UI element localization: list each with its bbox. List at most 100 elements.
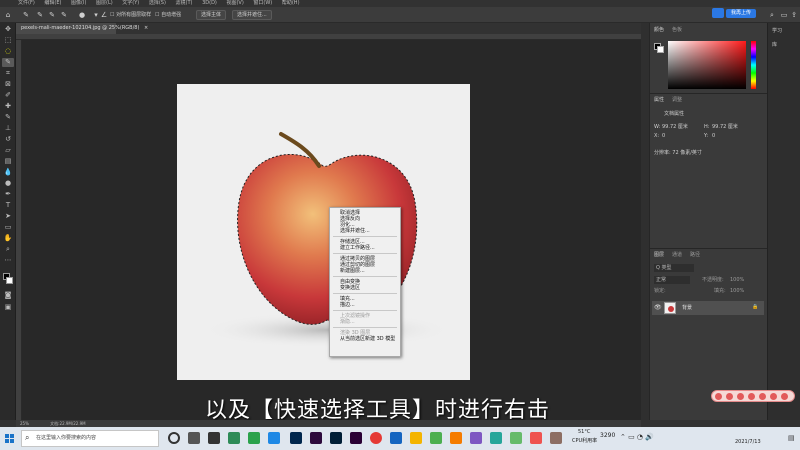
app-icon[interactable] — [310, 432, 322, 444]
new-selection-icon[interactable]: ✎ — [36, 11, 44, 19]
quick-select-tool-icon[interactable]: ✎ — [22, 11, 30, 19]
learn-button[interactable]: 学习 — [772, 27, 782, 34]
visibility-icon[interactable]: 👁 — [654, 304, 662, 311]
new-3d-from-selection-item[interactable]: 从当前选区新建 3D 模型 — [330, 336, 400, 342]
add-to-selection-icon[interactable]: ✎ — [48, 11, 56, 19]
sample-all-layers-checkbox[interactable]: ☐ 对所有图层取样 — [110, 11, 151, 19]
menu-edit[interactable]: 编辑(E) — [44, 0, 61, 6]
shape-tool-icon[interactable]: ▭ — [2, 223, 14, 232]
recording-widget[interactable] — [711, 390, 795, 402]
clock-date[interactable]: 2021/7/13 — [735, 439, 761, 445]
app-icon[interactable] — [470, 432, 482, 444]
after-effects-icon[interactable] — [290, 432, 302, 444]
home-icon[interactable]: ⌂ — [4, 11, 12, 19]
widget-dot-icon[interactable] — [759, 393, 766, 400]
app-icon[interactable] — [208, 432, 220, 444]
brush-dropdown-icon[interactable]: ▾ — [92, 11, 100, 19]
menu-window[interactable]: 窗口(W) — [253, 0, 272, 6]
opacity-value[interactable]: 100% — [730, 277, 744, 284]
tray-icons[interactable]: ⌃ ▭ ◔ 🔊 — [620, 433, 654, 441]
task-view-icon[interactable] — [188, 432, 200, 444]
menu-filter[interactable]: 滤镜(T) — [176, 0, 193, 6]
quick-selection-tool-icon[interactable]: ✎ — [2, 58, 14, 67]
app-icon[interactable] — [228, 432, 240, 444]
menu-view[interactable]: 视图(V) — [226, 0, 243, 6]
chrome-icon[interactable] — [370, 432, 382, 444]
close-tab-icon[interactable]: × — [144, 25, 148, 31]
more-tools-icon[interactable]: ⋯ — [2, 256, 14, 265]
menu-3d[interactable]: 3D(D) — [202, 0, 217, 6]
clone-stamp-icon[interactable]: ⊥ — [2, 124, 14, 133]
dodge-tool-icon[interactable]: ● — [2, 179, 14, 188]
cloud-icon[interactable] — [712, 8, 724, 18]
libraries-button[interactable]: 库 — [772, 41, 777, 48]
tab-channels[interactable]: 通道 — [672, 252, 682, 259]
app-icon[interactable] — [550, 432, 562, 444]
move-tool-icon[interactable]: ✥ — [2, 25, 14, 34]
widget-dot-icon[interactable] — [781, 393, 788, 400]
screen-mode-icon[interactable]: ▣ — [2, 303, 14, 312]
notification-icon[interactable]: ▤ — [788, 434, 795, 442]
brush-size-icon[interactable]: ● — [78, 11, 86, 19]
subtract-selection-icon[interactable]: ✎ — [60, 11, 68, 19]
select-and-mask-button[interactable]: 选择并遮住... — [232, 10, 272, 20]
cortana-icon[interactable] — [168, 432, 180, 444]
app-icon[interactable] — [430, 432, 442, 444]
layer-row[interactable]: 👁 背景 🔒 — [652, 301, 764, 315]
menu-file[interactable]: 文件(F) — [18, 0, 35, 6]
menu-image[interactable]: 图像(I) — [71, 0, 86, 6]
stroke-item[interactable]: 描边... — [330, 302, 400, 308]
app-icon[interactable] — [490, 432, 502, 444]
menu-type[interactable]: 文字(Y) — [122, 0, 139, 6]
photoshop-icon[interactable] — [330, 432, 342, 444]
widget-dot-icon[interactable] — [770, 393, 777, 400]
quick-mask-icon[interactable]: ◙ — [2, 291, 14, 300]
gradient-tool-icon[interactable]: ▤ — [2, 157, 14, 166]
tab-adjustments[interactable]: 调整 — [672, 97, 682, 104]
menu-select[interactable]: 选择(S) — [149, 0, 166, 6]
height-value[interactable]: 99.72 厘米 — [712, 124, 738, 131]
type-tool-icon[interactable]: T — [2, 201, 14, 210]
folder-icon[interactable] — [410, 432, 422, 444]
layer-name[interactable]: 背景 — [682, 304, 692, 311]
crop-tool-icon[interactable]: ⌗ — [2, 69, 14, 78]
tab-properties[interactable]: 属性 — [654, 97, 664, 104]
auto-enhance-checkbox[interactable]: ☐ 自动增强 — [155, 11, 181, 19]
lasso-tool-icon[interactable]: ◌ — [2, 47, 14, 56]
app-icon[interactable] — [450, 432, 462, 444]
select-and-mask-item[interactable]: 选择并遮住... — [330, 228, 400, 234]
eyedropper-tool-icon[interactable]: ✐ — [2, 91, 14, 100]
x-value[interactable]: 0 — [662, 133, 665, 140]
tab-paths[interactable]: 路径 — [690, 252, 700, 259]
search-icon[interactable]: ⌕ — [768, 11, 776, 19]
tab-color[interactable]: 颜色 — [654, 27, 664, 34]
transform-selection-item[interactable]: 变换选区 — [330, 285, 400, 291]
angle-icon[interactable]: ∠ — [100, 11, 108, 19]
cloud-upload-button[interactable]: 我再上传 — [726, 9, 756, 18]
widget-dot-icon[interactable] — [726, 393, 733, 400]
make-work-path-item[interactable]: 建立工作路径... — [330, 245, 400, 251]
menu-layer[interactable]: 图层(L) — [96, 0, 113, 6]
fill-value[interactable]: 100% — [730, 288, 744, 295]
select-subject-button[interactable]: 选择主体 — [196, 10, 227, 20]
background-color-swatch[interactable] — [6, 277, 13, 284]
widget-dot-icon[interactable] — [748, 393, 755, 400]
healing-brush-icon[interactable]: ✚ — [2, 102, 14, 111]
pen-tool-icon[interactable]: ✒ — [2, 190, 14, 199]
wechat-icon[interactable] — [248, 432, 260, 444]
share-icon[interactable]: ⇪ — [790, 11, 798, 19]
start-menu-icon[interactable] — [5, 434, 14, 443]
document-image[interactable] — [177, 84, 470, 380]
blend-mode-select[interactable]: 正常 — [654, 276, 690, 284]
widget-dot-icon[interactable] — [737, 393, 744, 400]
document-tab[interactable]: pexels-mali-maeder-102104.jpg @ 25%(RGB/… — [16, 23, 148, 34]
zoom-level[interactable]: 25% — [20, 421, 29, 426]
menu-help[interactable]: 帮助(H) — [282, 0, 300, 6]
frame-tool-icon[interactable]: ⊠ — [2, 80, 14, 89]
app-icon[interactable] — [510, 432, 522, 444]
blur-tool-icon[interactable]: 💧 — [2, 168, 14, 177]
bg-color-chip[interactable] — [657, 46, 664, 53]
zoom-tool-icon[interactable]: ⌕ — [2, 245, 14, 254]
brush-tool-icon[interactable]: ✎ — [2, 113, 14, 122]
tab-layers[interactable]: 图层 — [654, 252, 664, 259]
